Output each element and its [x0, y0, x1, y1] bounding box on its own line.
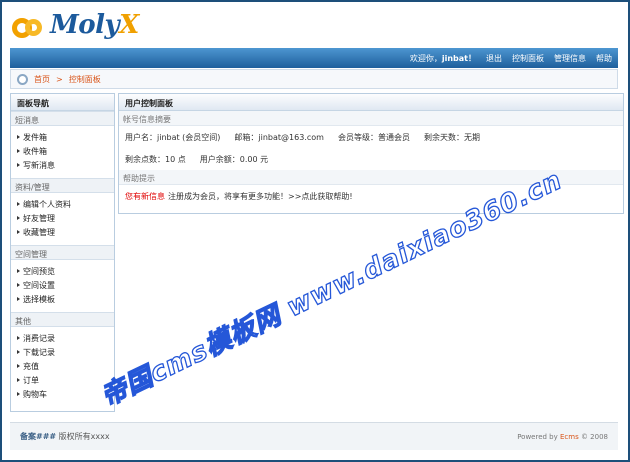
sidebar-group-space: 空间管理	[11, 245, 114, 260]
points-value: 剩余点数：10 点	[125, 154, 186, 164]
arrow-icon	[17, 230, 20, 234]
sidebar-item-space-settings[interactable]: 空间设置	[17, 278, 114, 292]
panel-title: 用户控制面板	[119, 94, 623, 111]
new-message-link[interactable]: 您有新信息	[125, 191, 165, 202]
header: MolyX	[2, 2, 628, 48]
sidebar-item-template[interactable]: 选择模板	[17, 292, 114, 306]
arrow-icon	[17, 149, 20, 153]
logo[interactable]: MolyX	[12, 10, 139, 40]
help-link[interactable]: 注册成为会员，将享有更多功能！>>点此获取帮助!	[168, 191, 353, 202]
expire-value: 剩余天数：无期	[423, 132, 480, 142]
page-frame: MolyX 欢迎你，jinbat！ 退出 控制面板 管理信息 帮助 首页 > 控…	[2, 2, 628, 460]
nav-control-panel[interactable]: 控制面板	[512, 53, 544, 64]
logo-rings-icon	[12, 10, 52, 40]
breadcrumb-separator: >	[56, 74, 63, 84]
sidebar-item-outbox[interactable]: 发件箱	[17, 130, 114, 144]
sidebar-item-edit-profile[interactable]: 编辑个人资料	[17, 197, 114, 211]
home-icon	[17, 73, 28, 85]
arrow-icon	[17, 297, 20, 301]
balance-value: 用户余额：0.00 元	[199, 154, 269, 164]
arrow-icon	[17, 163, 20, 167]
arrow-icon	[17, 283, 20, 287]
arrow-icon	[17, 392, 20, 396]
arrow-icon	[17, 269, 20, 273]
sidebar-item-inbox[interactable]: 收件箱	[17, 144, 114, 158]
sidebar-title: 面板导航	[11, 94, 114, 111]
sidebar-group-messages: 短消息	[11, 111, 114, 126]
nav-manage-info[interactable]: 管理信息	[554, 53, 586, 64]
sidebar-item-spending[interactable]: 消费记录	[17, 331, 114, 345]
arrow-icon	[17, 350, 20, 354]
sidebar-item-friends[interactable]: 好友管理	[17, 211, 114, 225]
arrow-icon	[17, 202, 20, 206]
sidebar-group-profile: 资料/管理	[11, 178, 114, 193]
footer: 备案### 版权所有xxxx Powered by Ecms © 2008	[10, 422, 618, 450]
arrow-icon	[17, 135, 20, 139]
sidebar: 面板导航 短消息 发件箱 收件箱 写新消息 资料/管理 编辑个人资料 好友管理 …	[10, 93, 115, 412]
arrow-icon	[17, 336, 20, 340]
copyright: 备案### 版权所有xxxx	[20, 432, 110, 441]
nav-logout[interactable]: 退出	[486, 53, 502, 64]
welcome-text: 欢迎你，jinbat！	[409, 53, 476, 63]
sidebar-item-recharge[interactable]: 充值	[17, 359, 114, 373]
sidebar-item-space-preview[interactable]: 空间预览	[17, 264, 114, 278]
breadcrumb-home[interactable]: 首页	[34, 74, 50, 85]
logo-text: MolyX	[50, 10, 139, 40]
breadcrumb-current[interactable]: 控制面板	[69, 74, 101, 85]
username[interactable]: jinbat！	[442, 54, 476, 63]
email-value: 邮箱：jinbat@163.com	[234, 132, 324, 142]
sidebar-item-new-message[interactable]: 写新消息	[17, 158, 114, 172]
level-value: 会员等级：普通会员	[337, 132, 410, 142]
breadcrumb: 首页 > 控制面板	[10, 69, 618, 89]
username-value: 用户名：jinbat (会员空间)	[125, 132, 221, 142]
top-nav: 欢迎你，jinbat！ 退出 控制面板 管理信息 帮助	[10, 48, 618, 68]
arrow-icon	[17, 216, 20, 220]
account-section-title: 帐号信息摘要	[119, 111, 623, 126]
sidebar-group-other: 其他	[11, 312, 114, 327]
nav-help[interactable]: 帮助	[596, 53, 612, 64]
account-info-row: 用户名：jinbat (会员空间) 邮箱：jinbat@163.com 会员等级…	[119, 126, 623, 148]
ecms-link[interactable]: Ecms	[560, 433, 579, 441]
sidebar-item-favorites[interactable]: 收藏管理	[17, 225, 114, 239]
sidebar-item-downloads[interactable]: 下载记录	[17, 345, 114, 359]
arrow-icon	[17, 378, 20, 382]
powered-by: Powered by Ecms © 2008	[517, 432, 608, 441]
arrow-icon	[17, 364, 20, 368]
